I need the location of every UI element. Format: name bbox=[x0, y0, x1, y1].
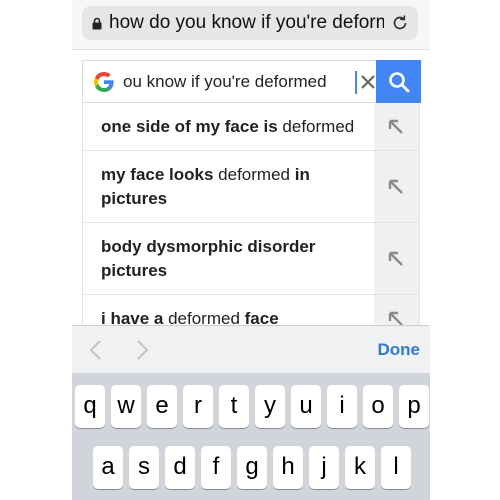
phone-screen: how do you know if you're deform ou know… bbox=[72, 0, 430, 500]
key-d[interactable]: d bbox=[165, 446, 195, 489]
google-g-logo-icon bbox=[94, 72, 114, 92]
suggestion-text: i have a deformed face bbox=[101, 309, 279, 325]
key-f[interactable]: f bbox=[201, 446, 231, 489]
suggestion-text: body dysmorphic disorder pictures bbox=[101, 237, 316, 280]
fill-query-button[interactable] bbox=[374, 103, 419, 150]
arrow-up-left-icon bbox=[388, 119, 403, 134]
key-p[interactable]: p bbox=[399, 385, 429, 428]
chevron-right-icon[interactable] bbox=[134, 339, 150, 361]
reload-icon[interactable] bbox=[390, 13, 410, 33]
key-q[interactable]: q bbox=[75, 385, 105, 428]
key-t[interactable]: t bbox=[219, 385, 249, 428]
keyboard-accessory-bar: Done bbox=[72, 325, 430, 373]
suggestion-item[interactable]: my face looks deformed in pictures bbox=[83, 151, 419, 223]
suggestion-text: one side of my face is deformed bbox=[101, 117, 355, 136]
key-u[interactable]: u bbox=[291, 385, 321, 428]
key-h[interactable]: h bbox=[273, 446, 303, 489]
key-e[interactable]: e bbox=[147, 385, 177, 428]
done-button[interactable]: Done bbox=[378, 340, 421, 360]
key-k[interactable]: k bbox=[345, 446, 375, 489]
address-text: how do you know if you're deform bbox=[109, 12, 384, 33]
suggestion-item[interactable]: one side of my face is deformed bbox=[83, 103, 419, 151]
search-icon bbox=[389, 72, 410, 93]
arrow-up-left-icon bbox=[388, 251, 403, 266]
arrow-up-left-icon bbox=[388, 179, 403, 194]
keyboard: qwertyuiop asdfghjkl bbox=[72, 373, 430, 500]
browser-url-bar: how do you know if you're deform bbox=[72, 0, 430, 50]
address-field[interactable]: how do you know if you're deform bbox=[82, 6, 418, 40]
key-s[interactable]: s bbox=[129, 446, 159, 489]
google-search-box: ou know if you're deformed bbox=[82, 60, 420, 103]
fill-query-button[interactable] bbox=[374, 151, 419, 222]
key-i[interactable]: i bbox=[327, 385, 357, 428]
key-l[interactable]: l bbox=[381, 446, 411, 489]
arrow-up-left-icon bbox=[388, 311, 403, 325]
clear-icon[interactable] bbox=[359, 73, 377, 91]
fill-query-button[interactable] bbox=[374, 223, 419, 294]
key-r[interactable]: r bbox=[183, 385, 213, 428]
fill-query-button[interactable] bbox=[374, 295, 419, 325]
suggestion-item[interactable]: i have a deformed face bbox=[83, 295, 419, 325]
chevron-left-icon[interactable] bbox=[88, 339, 104, 361]
key-a[interactable]: a bbox=[93, 446, 123, 489]
suggestions-list: one side of my face is deformed my face … bbox=[82, 103, 420, 325]
suggestion-text: my face looks deformed in pictures bbox=[101, 165, 310, 208]
key-j[interactable]: j bbox=[309, 446, 339, 489]
suggestion-item[interactable]: body dysmorphic disorder pictures bbox=[83, 223, 419, 295]
search-input[interactable]: ou know if you're deformed bbox=[123, 66, 363, 98]
key-y[interactable]: y bbox=[255, 385, 285, 428]
key-o[interactable]: o bbox=[363, 385, 393, 428]
search-button[interactable] bbox=[376, 60, 421, 103]
text-cursor bbox=[355, 71, 357, 94]
key-g[interactable]: g bbox=[237, 446, 267, 489]
key-w[interactable]: w bbox=[111, 385, 141, 428]
lock-icon bbox=[92, 17, 102, 30]
